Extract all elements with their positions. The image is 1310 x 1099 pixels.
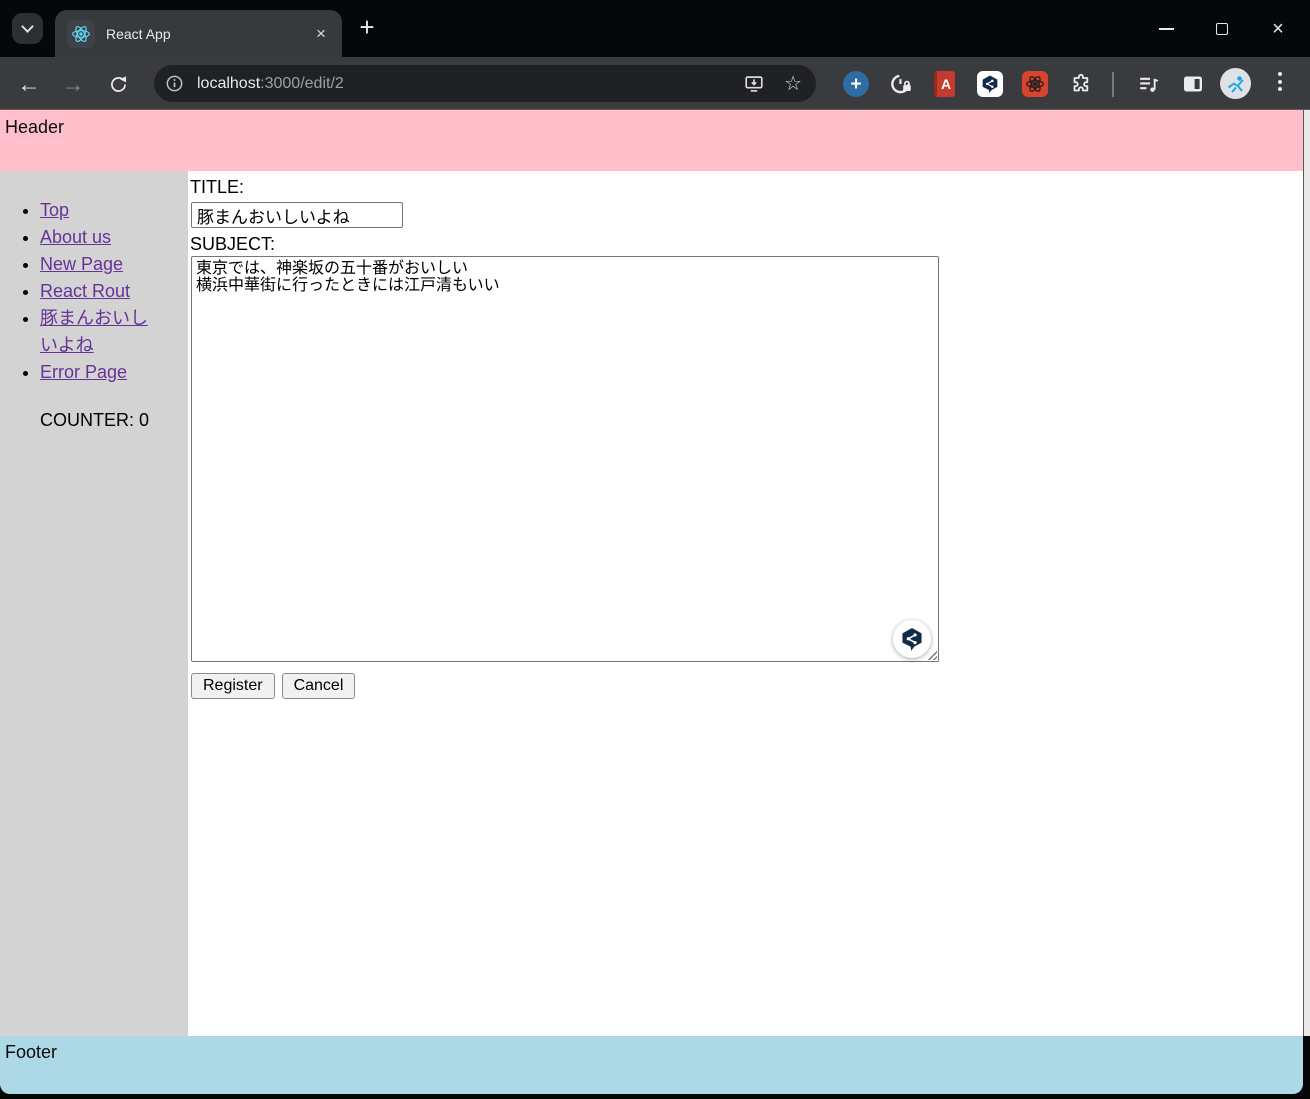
back-icon: ← (17, 70, 41, 97)
sidebar-link-react-rout[interactable]: React Rout (40, 281, 130, 301)
extensions-puzzle-icon[interactable] (1068, 71, 1094, 97)
list-item: Error Page (40, 359, 157, 386)
tab-title: React App (106, 25, 171, 42)
forward-icon: → (61, 70, 85, 97)
chevron-down-icon (21, 20, 34, 33)
address-bar[interactable]: localhost:3000/edit/2 ☆ (154, 65, 816, 102)
maximize-button[interactable] (1194, 9, 1250, 49)
cancel-button[interactable]: Cancel (281, 673, 356, 699)
subject-textarea[interactable]: 東京では、神楽坂の五十番がおいしい 横浜中華街に行ったときには江戸清もいい (191, 256, 939, 662)
react-favicon-icon (67, 19, 95, 48)
tab-close-icon[interactable]: × (310, 23, 332, 45)
list-item: Top (40, 197, 157, 224)
sidebar-link-new-page[interactable]: New Page (40, 254, 123, 274)
reload-button[interactable] (105, 71, 131, 97)
browser-window: React App × + × ← → localhost:3000/edit/… (0, 0, 1310, 1099)
extension-dictionary-icon[interactable]: A (934, 71, 955, 97)
form-buttons: Register Cancel (191, 673, 1303, 699)
main-content: TITLE: SUBJECT: 東京では、神楽坂の五十番がおいしい 横浜中華街に… (188, 171, 1303, 1036)
url-path: :3000/edit/2 (260, 74, 344, 92)
sidebar-link-top[interactable]: Top (40, 200, 69, 220)
site-info-icon[interactable] (164, 73, 185, 94)
close-icon: × (1272, 17, 1284, 40)
register-button[interactable]: Register (191, 673, 275, 699)
deepl-icon (902, 627, 922, 651)
extension-timer-lock-icon[interactable] (888, 71, 914, 97)
title-label: TITLE: (190, 177, 245, 197)
list-item: 豚まんおいしいよね (40, 305, 157, 359)
sidebar-link-butaman[interactable]: 豚まんおいしいよね (40, 308, 148, 355)
media-playlist-button[interactable] (1134, 71, 1162, 97)
reload-icon (110, 75, 126, 92)
page-footer: Footer (0, 1036, 1303, 1094)
sidebar-link-about-us[interactable]: About us (40, 227, 111, 247)
url-text: localhost:3000/edit/2 (197, 75, 743, 93)
tab-search-button[interactable] (12, 13, 43, 44)
new-tab-button[interactable]: + (352, 13, 382, 43)
avatar-image (1220, 68, 1251, 99)
extension-blue-plus-icon[interactable]: + (843, 71, 869, 97)
bookmark-star-icon[interactable]: ☆ (784, 71, 802, 96)
window-controls: × (1138, 0, 1306, 57)
close-button[interactable]: × (1250, 9, 1306, 49)
list-item: About us (40, 224, 157, 251)
list-item: New Page (40, 251, 157, 278)
side-panel-button[interactable] (1179, 71, 1207, 97)
maximize-icon (1216, 22, 1228, 35)
tab-strip: React App × + × (0, 0, 1310, 57)
counter-label: COUNTER: 0 (40, 410, 150, 430)
extension-deepl-icon[interactable] (977, 71, 1003, 97)
desktop-edge-sliver (1303, 110, 1310, 1036)
back-button[interactable]: ← (16, 71, 42, 97)
nav-list: Top About us New Page React Rout 豚まんおいしい… (0, 197, 188, 386)
url-host: localhost (197, 74, 261, 92)
deepl-overlay-button[interactable] (893, 620, 931, 658)
list-item: React Rout (40, 278, 157, 305)
browser-menu-button[interactable] (1278, 72, 1282, 91)
minimize-icon (1158, 27, 1174, 30)
sidebar-link-error-page[interactable]: Error Page (40, 362, 127, 382)
browser-tab[interactable]: React App × (55, 10, 342, 57)
title-input[interactable] (191, 202, 403, 228)
profile-avatar[interactable] (1220, 68, 1251, 99)
forward-button[interactable]: → (60, 71, 86, 97)
install-app-icon[interactable] (743, 73, 765, 95)
extension-react-devtools-icon[interactable] (1022, 71, 1048, 97)
textarea-wrapper: 東京では、神楽坂の五十番がおいしい 横浜中華街に行ったときには江戸清もいい (191, 256, 939, 662)
toolbar-separator (1112, 72, 1114, 97)
browser-toolbar: ← → localhost:3000/edit/2 ☆ + A (0, 57, 1310, 110)
minimize-button[interactable] (1138, 9, 1194, 49)
subject-label: SUBJECT: (190, 234, 276, 254)
page-header: Header (0, 110, 1303, 171)
sidebar: Top About us New Page React Rout 豚まんおいしい… (0, 171, 188, 1036)
